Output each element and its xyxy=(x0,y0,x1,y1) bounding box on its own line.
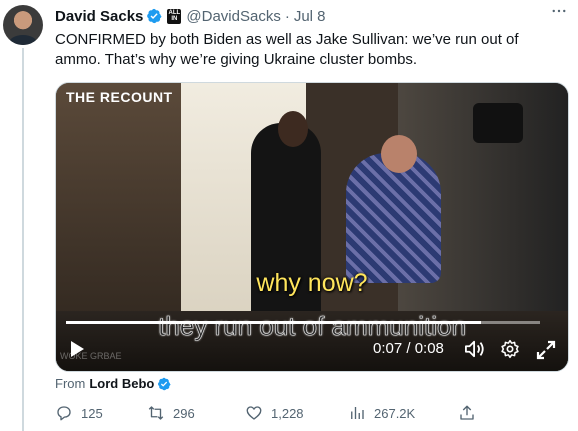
reply-button[interactable]: 125 xyxy=(55,404,103,422)
channel-logo-text: THE RECOUNT xyxy=(66,89,173,105)
verified-badge-icon xyxy=(146,8,162,24)
more-horizontal-icon[interactable] xyxy=(550,2,568,25)
avatar[interactable] xyxy=(3,5,43,45)
time-display: 0:07 / 0:08 xyxy=(373,340,444,357)
display-name[interactable]: David Sacks xyxy=(55,8,143,25)
fullscreen-icon[interactable] xyxy=(536,340,556,360)
views-button[interactable]: 267.2K xyxy=(348,404,415,422)
views-count: 267.2K xyxy=(374,405,416,421)
affiliate-badge[interactable]: ALL IN xyxy=(167,8,182,24)
verified-badge-icon xyxy=(157,377,171,391)
caption-top: why now? xyxy=(256,269,368,297)
repost-count: 296 xyxy=(173,405,195,421)
views-chart-icon xyxy=(351,407,364,419)
heart-icon xyxy=(246,406,262,420)
progress-bar[interactable] xyxy=(66,321,540,324)
repost-icon xyxy=(148,406,164,420)
progress-fill xyxy=(66,321,481,324)
channel-logo: THE RECOUNT xyxy=(66,89,173,105)
from-label: From xyxy=(55,376,86,391)
source-attribution: From Lord Bebo xyxy=(55,376,171,391)
reply-icon xyxy=(57,406,71,421)
tweet-header: David Sacks ALL IN @DavidSacks · Jul 8 xyxy=(55,6,568,26)
repost-button[interactable]: 296 xyxy=(147,404,195,422)
like-button[interactable]: 1,228 xyxy=(245,404,304,422)
share-icon xyxy=(460,405,474,420)
play-icon[interactable] xyxy=(68,340,86,358)
caption-bottom: they run out of ammunition xyxy=(158,311,466,342)
action-bar: 125 296 1,228 267.2K xyxy=(55,404,485,426)
avatar-shirt xyxy=(9,35,37,45)
source-name[interactable]: Lord Bebo xyxy=(89,376,154,391)
tweet-text: CONFIRMED by both Biden as well as Jake … xyxy=(55,31,519,68)
tweet-date[interactable]: Jul 8 xyxy=(294,8,326,25)
share-button[interactable] xyxy=(458,404,476,422)
video-player[interactable]: THE RECOUNT why now? they run out of amm… xyxy=(55,82,569,372)
handle[interactable]: @DavidSacks xyxy=(186,8,280,25)
reply-count: 125 xyxy=(81,405,103,421)
like-count: 1,228 xyxy=(271,405,304,421)
thread-line xyxy=(22,48,24,431)
settings-icon[interactable] xyxy=(500,339,520,359)
volume-icon[interactable] xyxy=(464,339,486,359)
separator-dot: · xyxy=(284,7,290,25)
